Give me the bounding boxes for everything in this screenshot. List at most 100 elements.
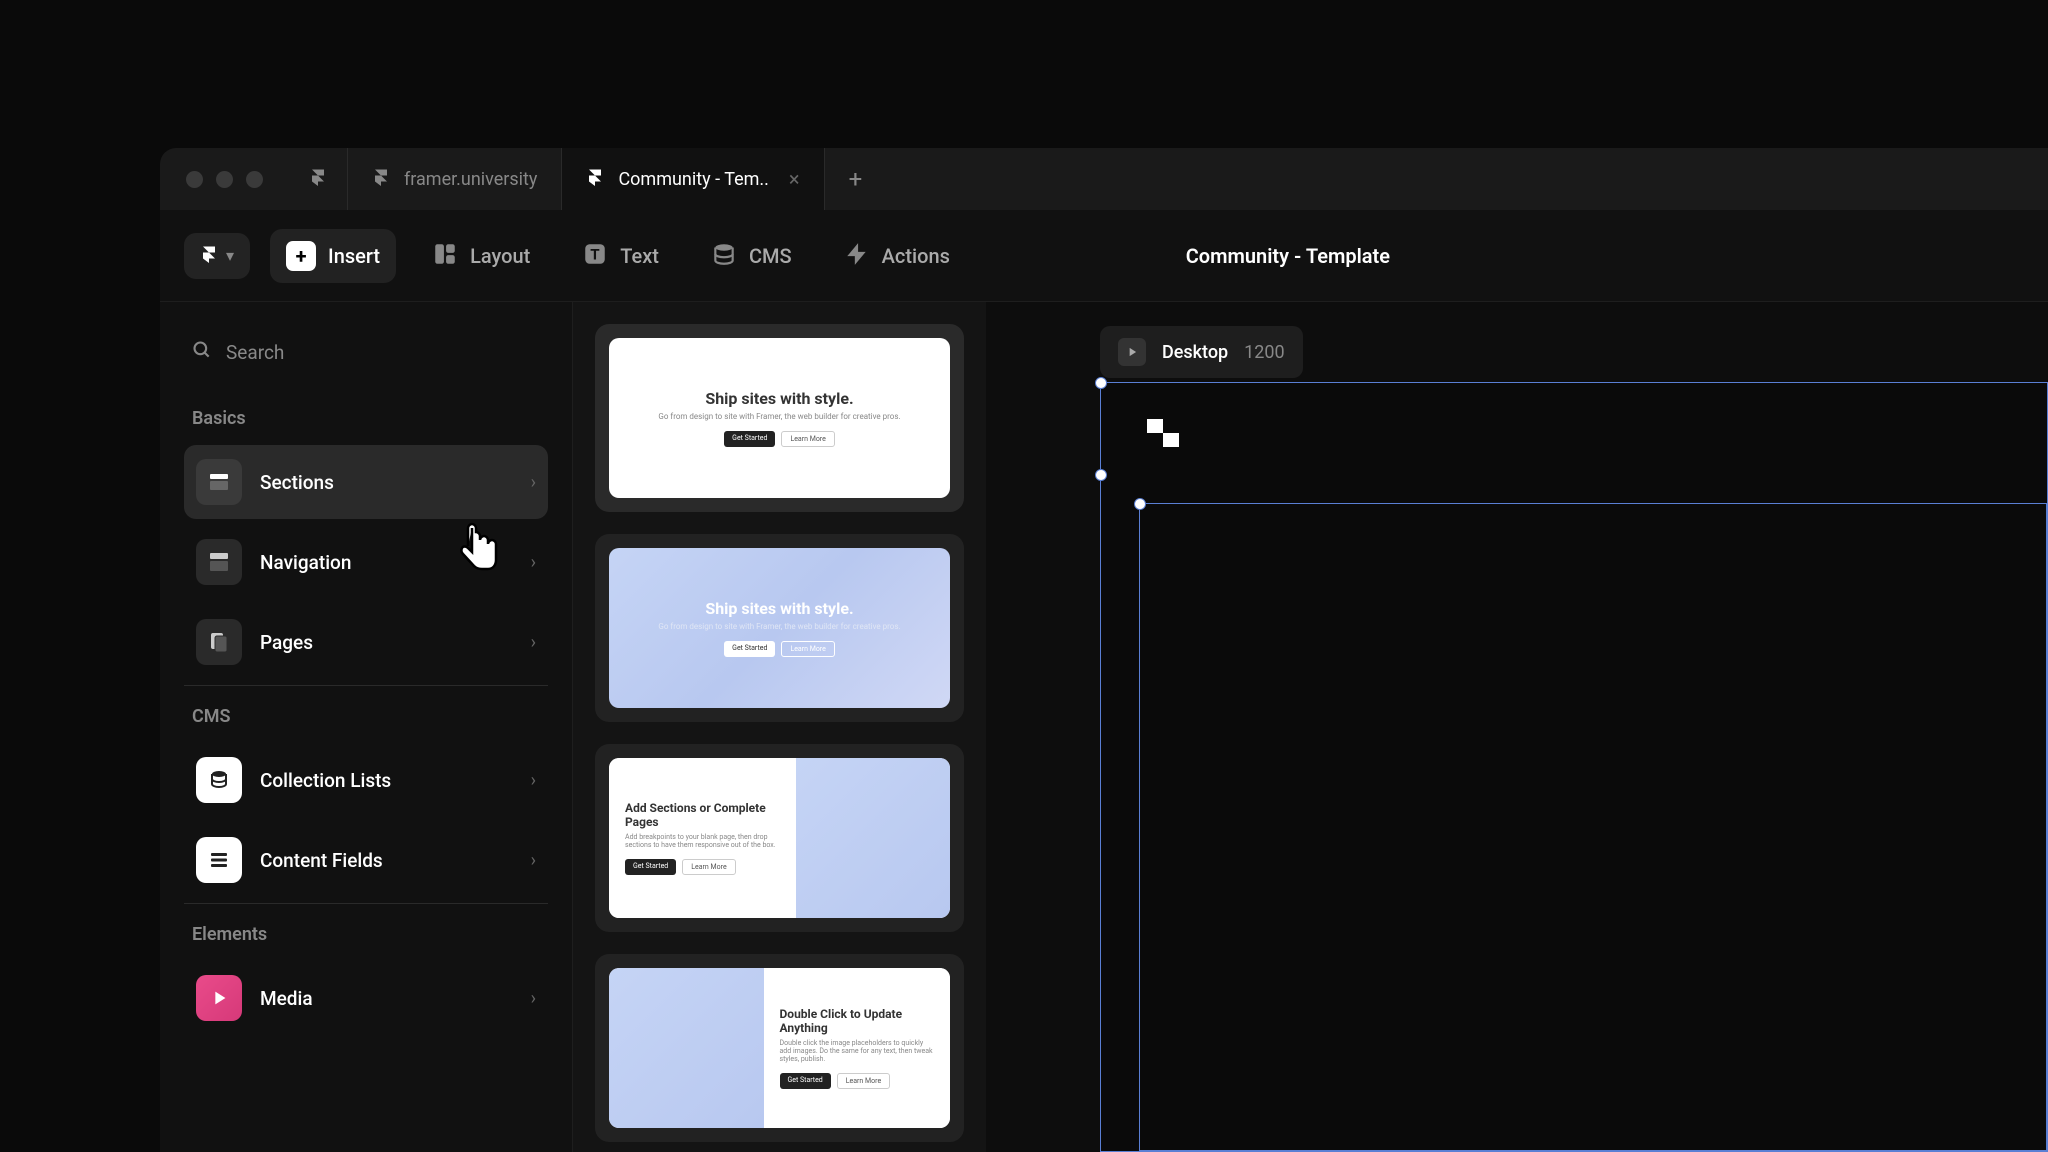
main-area: Search Basics Sections › Navigation › [160, 302, 2048, 1152]
template-preview: Add Sections or Complete Pages Add break… [609, 758, 950, 918]
chevron-down-icon: ▾ [226, 246, 234, 265]
framer-logo-icon [586, 168, 604, 190]
sidebar-item-label: Content Fields [260, 849, 513, 872]
close-tab-icon[interactable]: × [789, 167, 800, 191]
tab-bar: framer.university Community - Tem.. × + [289, 148, 886, 210]
preview-subtitle: Double click the image placeholders to q… [780, 1039, 935, 1063]
sidebar-item-navigation[interactable]: Navigation › [184, 525, 548, 599]
sidebar-item-label: Media [260, 987, 513, 1010]
search-input[interactable]: Search [184, 326, 548, 378]
layout-icon [432, 241, 458, 271]
preview-button: Get Started [780, 1073, 831, 1089]
chevron-right-icon: › [531, 552, 536, 573]
sidebar-item-label: Pages [260, 631, 513, 654]
framer-logo-icon [309, 168, 327, 190]
maximize-window-button[interactable] [246, 171, 263, 188]
preview-button: Learn More [781, 641, 834, 657]
preview-title: Ship sites with style. [705, 389, 853, 408]
content-fields-icon [196, 837, 242, 883]
minimize-window-button[interactable] [216, 171, 233, 188]
sections-icon [196, 459, 242, 505]
preview-button: Get Started [724, 431, 775, 447]
chevron-right-icon: › [531, 632, 536, 653]
lightning-icon [844, 241, 870, 271]
sidebar-item-collection-lists[interactable]: Collection Lists › [184, 743, 548, 817]
preview-subtitle: Add breakpoints to your blank page, then… [625, 833, 780, 849]
template-card[interactable]: Add Sections or Complete Pages Add break… [595, 744, 964, 932]
templates-panel: Ship sites with style. Go from design to… [573, 302, 986, 1152]
pages-icon [196, 619, 242, 665]
breakpoint-selector[interactable]: Desktop 1200 [1100, 326, 1303, 378]
chevron-right-icon: › [531, 850, 536, 871]
canvas-logo-icon [1141, 411, 1185, 455]
insert-tool-button[interactable]: + Insert [270, 229, 396, 283]
svg-text:T: T [591, 245, 601, 263]
new-tab-button[interactable]: + [825, 148, 887, 210]
template-card[interactable]: Double Click to Update Anything Double c… [595, 954, 964, 1142]
sidebar-item-label: Navigation [260, 551, 513, 574]
tab-framer-university[interactable]: framer.university [348, 148, 562, 210]
navigation-icon [196, 539, 242, 585]
text-tool-button[interactable]: T Text [566, 229, 675, 283]
framer-logo-icon [200, 245, 218, 267]
preview-subtitle: Go from design to site with Framer, the … [658, 622, 900, 631]
preview-button: Get Started [724, 641, 775, 657]
tab-community-template[interactable]: Community - Tem.. × [562, 148, 824, 210]
preview-button: Learn More [781, 431, 834, 447]
text-icon: T [582, 241, 608, 271]
selection-handle[interactable] [1095, 377, 1107, 389]
search-icon [192, 340, 212, 364]
section-header-basics: Basics [184, 398, 548, 445]
section-header-cms: CMS [184, 685, 548, 743]
close-window-button[interactable] [186, 171, 203, 188]
sidebar-item-sections[interactable]: Sections › [184, 445, 548, 519]
tab-label: Community - Tem.. [618, 169, 768, 190]
toolbar: ▾ + Insert Layout T Text CMS [160, 210, 2048, 302]
tool-label: Layout [470, 244, 530, 268]
framer-logo-icon [372, 168, 390, 190]
cms-tool-button[interactable]: CMS [695, 229, 808, 283]
sidebar-item-label: Collection Lists [260, 769, 513, 792]
app-menu-dropdown[interactable]: ▾ [184, 233, 250, 279]
tool-label: CMS [749, 244, 792, 268]
sidebar-item-content-fields[interactable]: Content Fields › [184, 823, 548, 897]
insert-sidebar: Search Basics Sections › Navigation › [160, 302, 573, 1152]
tab-label: framer.university [404, 169, 537, 190]
canvas-frame[interactable] [1100, 382, 2048, 1152]
document-title: Community - Template [1186, 244, 1390, 268]
database-icon [711, 241, 737, 271]
chevron-right-icon: › [531, 770, 536, 791]
tool-label: Text [620, 244, 659, 268]
section-header-elements: Elements [184, 903, 548, 961]
sidebar-item-pages[interactable]: Pages › [184, 605, 548, 679]
preview-title: Double Click to Update Anything [780, 1007, 935, 1035]
preview-title: Ship sites with style. [705, 599, 853, 618]
preview-button: Get Started [625, 859, 676, 875]
selection-handle[interactable] [1134, 498, 1146, 510]
preview-button: Learn More [682, 859, 735, 875]
tool-label: Insert [328, 244, 380, 268]
layout-tool-button[interactable]: Layout [416, 229, 546, 283]
app-window: framer.university Community - Tem.. × + … [160, 148, 2048, 1152]
template-preview: Ship sites with style. Go from design to… [609, 548, 950, 708]
breakpoint-width: 1200 [1244, 342, 1284, 363]
preview-subtitle: Go from design to site with Framer, the … [658, 412, 900, 421]
chevron-right-icon: › [531, 472, 536, 493]
template-card[interactable]: Ship sites with style. Go from design to… [595, 324, 964, 512]
tab-home[interactable] [289, 148, 348, 210]
play-icon [1118, 338, 1146, 366]
sidebar-item-label: Sections [260, 471, 513, 494]
preview-title: Add Sections or Complete Pages [625, 801, 780, 829]
canvas-inner-frame[interactable] [1139, 503, 2047, 1151]
titlebar: framer.university Community - Tem.. × + [160, 148, 2048, 210]
sidebar-item-media[interactable]: Media › [184, 961, 548, 1035]
actions-tool-button[interactable]: Actions [828, 229, 966, 283]
tool-label: Actions [882, 244, 950, 268]
chevron-right-icon: › [531, 988, 536, 1009]
template-card[interactable]: Ship sites with style. Go from design to… [595, 534, 964, 722]
canvas-area[interactable]: Desktop 1200 [986, 302, 2048, 1152]
collection-lists-icon [196, 757, 242, 803]
breakpoint-label: Desktop [1162, 342, 1228, 363]
selection-handle[interactable] [1095, 469, 1107, 481]
search-placeholder: Search [226, 341, 284, 364]
